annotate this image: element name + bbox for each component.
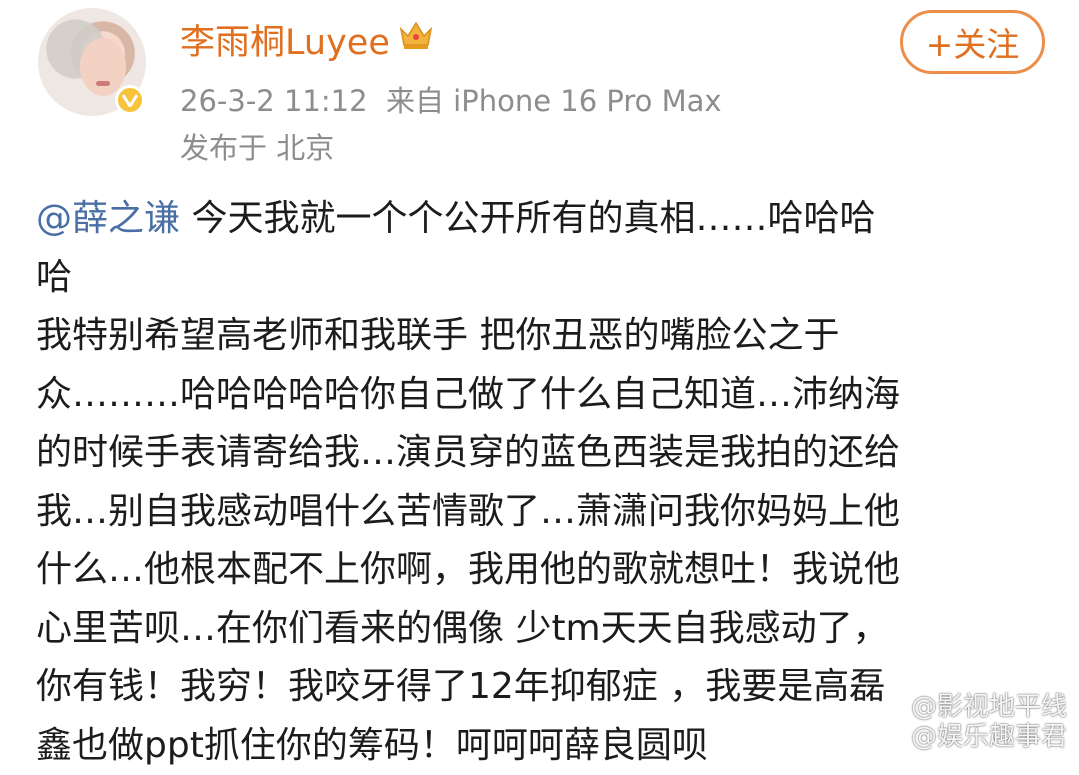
watermark: @影视地平线 @娱乐趣事君 bbox=[911, 692, 1067, 752]
verified-badge-icon bbox=[115, 85, 145, 115]
post-line: 什么…他根本配不上你啊，我用他的歌就想吐！我说他 bbox=[36, 541, 1051, 600]
mention-link[interactable]: @薛之谦 bbox=[36, 198, 180, 239]
crown-icon bbox=[398, 19, 434, 60]
post-line: @薛之谦 今天我就一个个公开所有的真相……哈哈哈 bbox=[36, 190, 1051, 249]
post-line: 鑫也做ppt抓住你的筹码！呵呵呵薛良圆呗 bbox=[36, 717, 1051, 775]
avatar-face bbox=[80, 38, 126, 96]
post-line: 众………哈哈哈哈哈你自己做了什么自己知道…沛纳海 bbox=[36, 366, 1051, 425]
username[interactable]: 李雨桐Luyee bbox=[180, 14, 434, 65]
weibo-logo-icon bbox=[824, 708, 854, 738]
post-location: 发布于 北京 bbox=[180, 125, 334, 167]
watermark-line2: @娱乐趣事君 bbox=[911, 722, 1067, 752]
avatar-lip bbox=[96, 81, 110, 86]
post-line: 的时候手表请寄给我…演员穿的蓝色西装是我拍的还给 bbox=[36, 424, 1051, 483]
follow-button[interactable]: +关注 bbox=[900, 10, 1045, 74]
post-line: 我…别自我感动唱什么苦情歌了…萧潇问我你妈妈上他 bbox=[36, 483, 1051, 542]
post-text: 今天我就一个个公开所有的真相……哈哈哈 bbox=[180, 198, 875, 239]
post-source: 来自 iPhone 16 Pro Max bbox=[386, 84, 722, 118]
post-timestamp: 26-3-2 11:12 bbox=[180, 84, 368, 118]
post-content: @薛之谦 今天我就一个个公开所有的真相……哈哈哈 哈 我特别希望高老师和我联手 … bbox=[36, 190, 1051, 775]
post-line: 哈 bbox=[36, 249, 1051, 308]
post-meta: 26-3-2 11:12 来自 iPhone 16 Pro Max bbox=[180, 78, 722, 120]
post-line: 我特别希望高老师和我联手 把你丑恶的嘴脸公之于 bbox=[36, 307, 1051, 366]
username-text[interactable]: 李雨桐Luyee bbox=[180, 14, 390, 65]
post-line: 你有钱！我穷！我咬牙得了12年抑郁症 ，我要是高磊 bbox=[36, 658, 1051, 717]
watermark-line1: @影视地平线 bbox=[911, 692, 1067, 722]
post-line: 心里苦呗…在你们看来的偶像 少tm天天自我感动了， bbox=[36, 600, 1051, 659]
